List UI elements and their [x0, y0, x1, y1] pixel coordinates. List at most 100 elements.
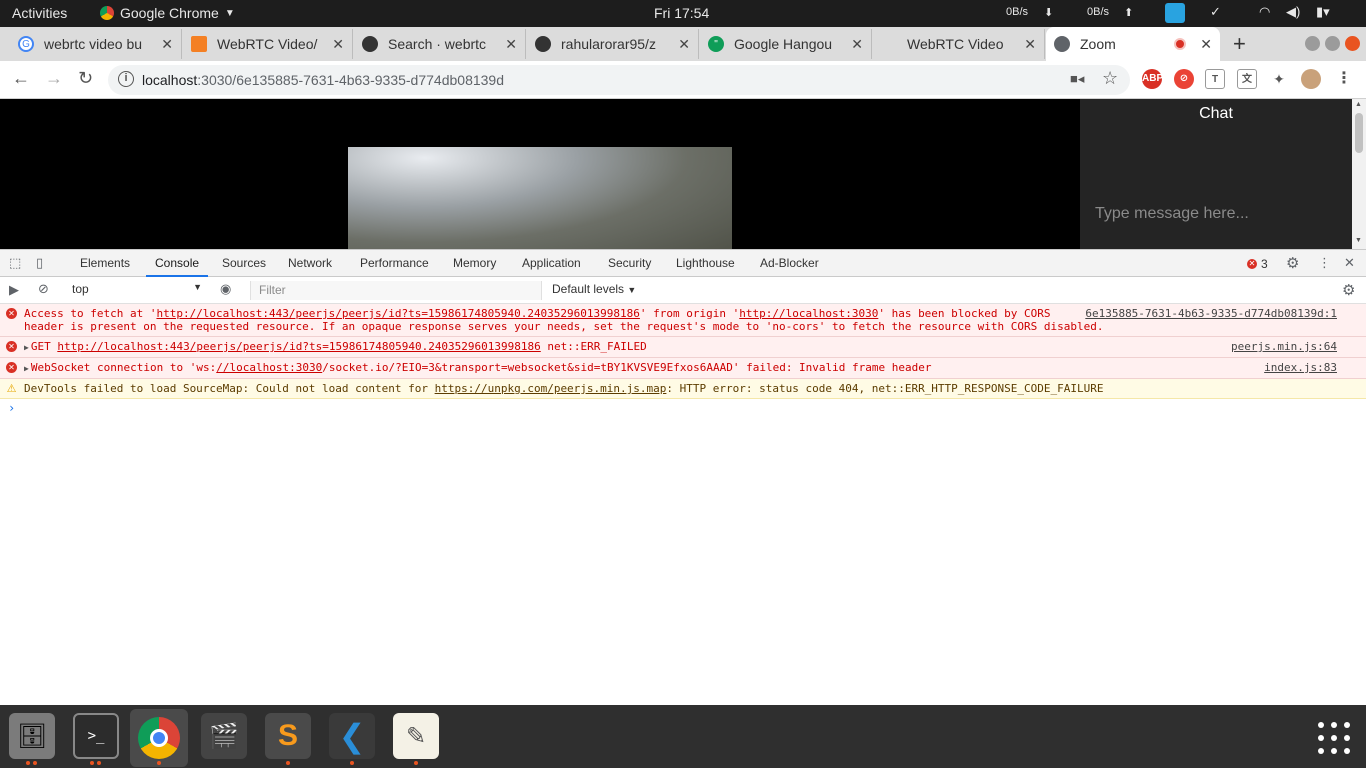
- devtools-settings-icon[interactable]: ⚙: [1286, 254, 1299, 272]
- devtools-menu-icon[interactable]: ⋮: [1318, 255, 1331, 271]
- scrollbar-thumb[interactable]: [1355, 113, 1363, 153]
- vscode-icon[interactable]: ❮: [329, 713, 375, 759]
- devtools-tab-security[interactable]: Security: [608, 256, 651, 270]
- message-source-link[interactable]: 6e135885-7631-4b63-9335-d774db08139d:1: [1055, 307, 1337, 320]
- url-text[interactable]: localhost:3030/6e135885-7631-4b63-9335-d…: [142, 72, 504, 88]
- show-applications-icon[interactable]: [1318, 722, 1350, 754]
- devtools-tab-elements[interactable]: Elements: [80, 256, 130, 270]
- devtools-tab-memory[interactable]: Memory: [453, 256, 496, 270]
- clear-console-icon[interactable]: ⊘: [38, 281, 49, 297]
- message-source-link[interactable]: index.js:83: [1264, 361, 1337, 374]
- devtools-tab-application[interactable]: Application: [522, 256, 581, 270]
- devtools-tab-network[interactable]: Network: [288, 256, 332, 270]
- back-button[interactable]: ←: [12, 68, 30, 89]
- battery-icon[interactable]: ▮▾: [1316, 4, 1330, 20]
- terminal-icon[interactable]: >_: [73, 713, 119, 759]
- message-source-link[interactable]: peerjs.min.js:64: [1231, 340, 1337, 353]
- maximize-window-button[interactable]: [1325, 36, 1340, 51]
- app-menu[interactable]: Google Chrome ▼: [100, 5, 235, 21]
- message-link[interactable]: http://localhost:3030: [739, 307, 878, 320]
- context-selector[interactable]: top ▼: [66, 281, 206, 299]
- clock[interactable]: Fri 17:54: [654, 5, 709, 21]
- console-filter-input[interactable]: Filter: [250, 281, 542, 300]
- message-link[interactable]: http://localhost:443/peerjs/peerjs/id?ts…: [57, 340, 540, 353]
- chrome-menu-icon[interactable]: ⋮: [1334, 69, 1354, 89]
- tab-webrtc-video-bug[interactable]: G webrtc video bu ✕: [10, 29, 182, 59]
- console-error-get[interactable]: ✕ ▶ GET http://localhost:443/peerjs/peerj…: [0, 337, 1366, 358]
- inspect-element-icon[interactable]: ⬚: [9, 255, 21, 271]
- close-tab-icon[interactable]: ✕: [161, 36, 173, 53]
- live-expression-eye-icon[interactable]: ◉: [220, 281, 231, 297]
- close-tab-icon[interactable]: ✕: [851, 36, 863, 53]
- video-editor-icon[interactable]: 🎬: [201, 713, 247, 759]
- volume-icon[interactable]: ◀): [1286, 4, 1300, 20]
- site-info-icon[interactable]: i: [118, 71, 134, 87]
- sublime-text-icon[interactable]: S: [265, 713, 311, 759]
- log-levels-dropdown[interactable]: Default levels ▼: [552, 282, 636, 296]
- extension-icon[interactable]: ⊘: [1174, 69, 1194, 89]
- minimize-window-button[interactable]: [1305, 36, 1320, 51]
- tab-google-hangouts[interactable]: " Google Hangou ✕: [700, 29, 872, 59]
- sidebar-toggle-icon[interactable]: ▶: [9, 282, 19, 298]
- extensions-puzzle-icon[interactable]: ✦: [1269, 69, 1289, 89]
- devtools-tab-bar: ⬚ ▯ Elements Console Sources Network Per…: [0, 249, 1366, 277]
- expand-triangle-icon[interactable]: ▶: [24, 343, 29, 352]
- chat-message-input[interactable]: Type message here...: [1095, 205, 1249, 223]
- close-tab-icon[interactable]: ✕: [505, 36, 517, 53]
- wifi-icon[interactable]: ◠: [1259, 4, 1270, 20]
- close-window-button[interactable]: [1345, 36, 1360, 51]
- address-bar[interactable]: i localhost:3030/6e135885-7631-4b63-9335…: [108, 65, 1130, 95]
- expand-triangle-icon[interactable]: ▶: [24, 364, 29, 373]
- device-toolbar-icon[interactable]: ▯: [36, 255, 43, 271]
- reload-button[interactable]: ↻: [78, 68, 93, 89]
- profile-avatar[interactable]: [1301, 69, 1321, 89]
- running-indicator: [26, 761, 37, 765]
- console-error-cors[interactable]: ✕ Access to fetch at 'http://localhost:4…: [0, 304, 1366, 337]
- bookmark-star-icon[interactable]: ☆: [1102, 68, 1118, 89]
- devtools-tab-ad-blocker[interactable]: Ad-Blocker: [760, 256, 819, 270]
- tab-github-search[interactable]: Search · webrtc ✕: [354, 29, 526, 59]
- console-prompt[interactable]: ›: [0, 399, 1366, 417]
- console-settings-icon[interactable]: ⚙: [1342, 281, 1355, 299]
- tab-zoom[interactable]: Zoom ✕: [1046, 27, 1220, 61]
- close-tab-icon[interactable]: ✕: [1024, 36, 1036, 53]
- devtools-tab-sources[interactable]: Sources: [222, 256, 266, 270]
- close-tab-icon[interactable]: ✕: [332, 36, 344, 53]
- forward-button[interactable]: →: [45, 68, 63, 89]
- close-tab-icon[interactable]: ✕: [1200, 36, 1212, 53]
- camera-in-use-icon[interactable]: ■◂: [1070, 71, 1084, 87]
- message-link[interactable]: https://unpkg.com/peerjs.min.js.map: [435, 382, 667, 395]
- text-editor-icon[interactable]: ✎: [393, 713, 439, 759]
- activities-button[interactable]: Activities: [12, 5, 67, 21]
- page-scrollbar[interactable]: ▲ ▼: [1352, 99, 1366, 249]
- new-tab-button[interactable]: +: [1233, 31, 1246, 57]
- scroll-down-icon[interactable]: ▼: [1355, 237, 1362, 244]
- tab-webrtc-video-so[interactable]: WebRTC Video/ ✕: [183, 29, 353, 59]
- check-tray-icon[interactable]: ✓: [1210, 4, 1221, 20]
- chevron-down-icon: ▼: [224, 7, 235, 19]
- chrome-dock-icon[interactable]: [130, 709, 188, 767]
- message-link[interactable]: http://localhost:443/peerjs/peerjs/id?ts…: [156, 307, 639, 320]
- message-link[interactable]: //localhost:3030: [216, 361, 322, 374]
- scroll-up-icon[interactable]: ▲: [1355, 101, 1362, 108]
- dropdown-caret-icon: ▼: [193, 282, 202, 292]
- tab-webrtc-video[interactable]: WebRTC Video ✕: [873, 29, 1045, 59]
- tab-title: Search · webrtc: [388, 36, 487, 52]
- tab-title: webrtc video bu: [44, 36, 143, 52]
- adblock-extension-icon[interactable]: ABP: [1142, 69, 1163, 89]
- devtools-tab-console[interactable]: Console: [155, 256, 199, 270]
- console-warning-sourcemap[interactable]: ⚠ DevTools failed to load SourceMap: Cou…: [0, 379, 1366, 399]
- close-devtools-icon[interactable]: ✕: [1344, 255, 1355, 271]
- tab-title: rahularorar95/z: [561, 36, 656, 52]
- text-extension-icon[interactable]: T: [1205, 69, 1225, 89]
- error-counter[interactable]: ✕ 3: [1247, 257, 1268, 271]
- devtools-tab-lighthouse[interactable]: Lighthouse: [676, 256, 735, 270]
- tab-github-repo[interactable]: rahularorar95/z ✕: [527, 29, 699, 59]
- console-error-websocket[interactable]: ✕ ▶ WebSocket connection to 'ws://localho…: [0, 358, 1366, 379]
- devtools-tab-performance[interactable]: Performance: [360, 256, 429, 270]
- dropbox-tray-icon[interactable]: [1165, 3, 1185, 23]
- context-value: top: [72, 282, 89, 296]
- close-tab-icon[interactable]: ✕: [678, 36, 690, 53]
- files-icon[interactable]: 🗄: [9, 713, 55, 759]
- translate-extension-icon[interactable]: 文: [1237, 69, 1257, 89]
